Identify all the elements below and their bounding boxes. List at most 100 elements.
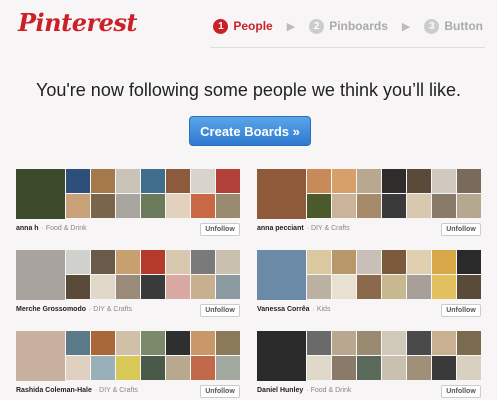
person-name[interactable]: Rashida Coleman-Hale — [16, 387, 92, 394]
pin-thumbnail[interactable] — [432, 194, 456, 218]
pin-thumbnail[interactable] — [457, 275, 481, 299]
pin-thumbnail[interactable] — [357, 194, 381, 218]
pin-thumbnail[interactable] — [91, 331, 115, 355]
pin-thumbnail[interactable] — [166, 331, 190, 355]
pin-thumbnail[interactable] — [66, 275, 90, 299]
unfollow-button[interactable]: Unfollow — [441, 385, 481, 398]
pin-thumbnail[interactable] — [216, 194, 240, 218]
pin-thumbnail[interactable] — [307, 194, 331, 218]
pin-thumbnail[interactable] — [91, 250, 115, 274]
pin-thumbnail[interactable] — [332, 331, 356, 355]
profile-thumbnail[interactable] — [257, 331, 306, 381]
pin-thumbnail[interactable] — [191, 194, 215, 218]
unfollow-button[interactable]: Unfollow — [200, 385, 240, 398]
pin-thumbnail[interactable] — [332, 169, 356, 193]
pin-thumbnail[interactable] — [141, 169, 165, 193]
pin-thumbnail[interactable] — [141, 194, 165, 218]
pin-thumbnail[interactable] — [407, 275, 431, 299]
pin-thumbnail[interactable] — [216, 356, 240, 380]
pin-thumbnail[interactable] — [216, 331, 240, 355]
pin-thumbnail[interactable] — [191, 250, 215, 274]
pin-thumbnail[interactable] — [407, 194, 431, 218]
pin-thumbnail[interactable] — [407, 331, 431, 355]
pin-thumbnail[interactable] — [357, 356, 381, 380]
pin-thumbnail[interactable] — [307, 169, 331, 193]
person-name[interactable]: Vanessa Corrêa — [257, 306, 310, 313]
pin-thumbnail[interactable] — [357, 275, 381, 299]
pin-thumbnail[interactable] — [307, 250, 331, 274]
pin-thumbnail[interactable] — [166, 169, 190, 193]
pin-thumbnail[interactable] — [457, 356, 481, 380]
pin-thumbnail[interactable] — [457, 250, 481, 274]
unfollow-button[interactable]: Unfollow — [200, 304, 240, 317]
pin-thumbnail[interactable] — [432, 250, 456, 274]
pin-thumbnail[interactable] — [66, 169, 90, 193]
pin-thumbnail[interactable] — [457, 331, 481, 355]
pin-thumbnail[interactable] — [116, 356, 140, 380]
pin-thumbnail[interactable] — [407, 250, 431, 274]
pin-thumbnail[interactable] — [116, 194, 140, 218]
pin-thumbnail[interactable] — [332, 194, 356, 218]
pin-thumbnail[interactable] — [166, 356, 190, 380]
pin-thumbnail[interactable] — [166, 250, 190, 274]
create-boards-button[interactable]: Create Boards » — [189, 116, 311, 146]
pin-thumbnail[interactable] — [116, 275, 140, 299]
pin-thumbnail[interactable] — [432, 275, 456, 299]
pin-thumbnail[interactable] — [141, 250, 165, 274]
pin-thumbnail[interactable] — [307, 331, 331, 355]
pin-thumbnail[interactable] — [332, 275, 356, 299]
pin-thumbnail[interactable] — [91, 194, 115, 218]
profile-thumbnail[interactable] — [257, 250, 306, 300]
pin-thumbnail[interactable] — [382, 275, 406, 299]
pin-thumbnail[interactable] — [191, 356, 215, 380]
pin-thumbnail[interactable] — [357, 169, 381, 193]
pin-thumbnail[interactable] — [382, 331, 406, 355]
pin-thumbnail[interactable] — [66, 331, 90, 355]
person-name[interactable]: Daniel Hunley — [257, 387, 303, 394]
unfollow-button[interactable]: Unfollow — [441, 304, 481, 317]
pin-thumbnail[interactable] — [66, 356, 90, 380]
pin-thumbnail[interactable] — [357, 331, 381, 355]
pin-thumbnail[interactable] — [382, 194, 406, 218]
pin-thumbnail[interactable] — [332, 356, 356, 380]
pin-thumbnail[interactable] — [407, 169, 431, 193]
person-name[interactable]: Merche Grossomodo — [16, 306, 86, 313]
pin-thumbnail[interactable] — [357, 250, 381, 274]
pin-thumbnail[interactable] — [91, 275, 115, 299]
pin-thumbnail[interactable] — [407, 356, 431, 380]
pin-thumbnail[interactable] — [91, 356, 115, 380]
pin-thumbnail[interactable] — [141, 275, 165, 299]
pin-thumbnail[interactable] — [116, 250, 140, 274]
pin-thumbnail[interactable] — [432, 169, 456, 193]
pin-thumbnail[interactable] — [216, 169, 240, 193]
unfollow-button[interactable]: Unfollow — [200, 223, 240, 236]
pin-thumbnail[interactable] — [382, 250, 406, 274]
pin-thumbnail[interactable] — [432, 331, 456, 355]
profile-thumbnail[interactable] — [16, 250, 65, 300]
pin-thumbnail[interactable] — [216, 250, 240, 274]
profile-thumbnail[interactable] — [16, 331, 65, 381]
pin-thumbnail[interactable] — [382, 169, 406, 193]
pin-thumbnail[interactable] — [191, 331, 215, 355]
profile-thumbnail[interactable] — [16, 169, 65, 219]
profile-thumbnail[interactable] — [257, 169, 306, 219]
pin-thumbnail[interactable] — [116, 169, 140, 193]
pin-thumbnail[interactable] — [307, 275, 331, 299]
pin-thumbnail[interactable] — [166, 194, 190, 218]
pinterest-logo[interactable]: Pinterest — [18, 8, 137, 37]
pin-thumbnail[interactable] — [307, 356, 331, 380]
unfollow-button[interactable]: Unfollow — [441, 223, 481, 236]
pin-thumbnail[interactable] — [457, 169, 481, 193]
pin-thumbnail[interactable] — [141, 331, 165, 355]
pin-thumbnail[interactable] — [91, 169, 115, 193]
pin-thumbnail[interactable] — [191, 169, 215, 193]
pin-thumbnail[interactable] — [191, 275, 215, 299]
pin-thumbnail[interactable] — [141, 356, 165, 380]
pin-thumbnail[interactable] — [457, 194, 481, 218]
pin-thumbnail[interactable] — [432, 356, 456, 380]
pin-thumbnail[interactable] — [166, 275, 190, 299]
person-name[interactable]: anna h — [16, 225, 39, 232]
pin-thumbnail[interactable] — [116, 331, 140, 355]
pin-thumbnail[interactable] — [66, 194, 90, 218]
pin-thumbnail[interactable] — [216, 275, 240, 299]
